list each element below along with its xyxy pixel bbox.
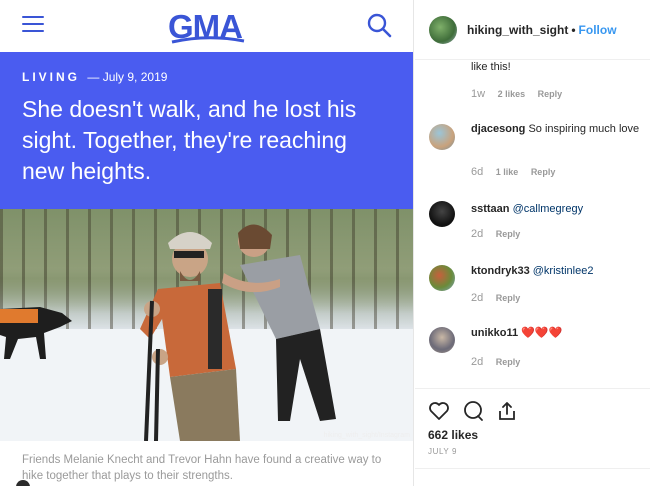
comment-meta: 2d Reply bbox=[471, 228, 521, 240]
share-icon[interactable] bbox=[495, 399, 519, 423]
avatar[interactable] bbox=[429, 327, 455, 353]
post-image: GMA LIVING — July 9, 2019 She doesn't wa… bbox=[0, 0, 414, 486]
photo-credit: hiking_with_sight/Instagram bbox=[323, 432, 410, 439]
ig-post-header: hiking_with_sight • Follow bbox=[415, 0, 650, 60]
reply-button[interactable]: Reply bbox=[531, 167, 556, 177]
comment-mention[interactable]: @callmegregy bbox=[513, 203, 583, 215]
comment-text: like this! bbox=[471, 61, 511, 73]
heart-icon[interactable] bbox=[427, 399, 451, 423]
article-headline: She doesn't walk, and he lost his sight.… bbox=[22, 96, 357, 184]
comment-text: ssttaan @callmegregy bbox=[471, 202, 641, 217]
article-category: LIVING bbox=[22, 70, 81, 84]
article-kicker: LIVING — July 9, 2019 bbox=[22, 70, 168, 84]
comment-username[interactable]: unikko11 bbox=[471, 327, 518, 339]
reply-button[interactable]: Reply bbox=[496, 229, 521, 239]
reply-button[interactable]: Reply bbox=[496, 293, 521, 303]
screen: GMA LIVING — July 9, 2019 She doesn't wa… bbox=[0, 0, 650, 486]
comment-icon[interactable] bbox=[461, 399, 485, 423]
ig-actions-bar: 662 likes JULY 9 bbox=[415, 388, 650, 486]
gma-logo-swoosh-icon bbox=[171, 36, 245, 44]
comment-meta: 2d Reply bbox=[471, 292, 521, 304]
post-date: JULY 9 bbox=[428, 447, 458, 456]
comment-mention[interactable]: @kristinlee2 bbox=[533, 265, 594, 277]
search-icon bbox=[367, 13, 392, 38]
comment-likes[interactable]: 1 like bbox=[496, 167, 519, 177]
photo-caption: Friends Melanie Knecht and Trevor Hahn h… bbox=[22, 454, 382, 482]
comment-meta: 1w 2 likes Reply bbox=[471, 88, 563, 100]
article-date: July 9, 2019 bbox=[102, 70, 168, 84]
instagram-panel: hiking_with_sight • Follow like this! 1w 2… bbox=[415, 0, 650, 486]
gma-header: GMA bbox=[0, 0, 413, 52]
comment-meta: 6d 1 like Reply bbox=[471, 166, 556, 178]
hikers-illustration bbox=[0, 224, 336, 441]
comment-likes[interactable]: 2 likes bbox=[498, 89, 526, 99]
headline-box: LIVING — July 9, 2019 She doesn't walk, … bbox=[0, 52, 413, 209]
separator-dot: • bbox=[571, 23, 576, 37]
avatar[interactable] bbox=[429, 124, 455, 150]
avatar[interactable] bbox=[429, 265, 455, 291]
follow-button[interactable]: Follow bbox=[579, 23, 617, 37]
comment-meta: 2d Reply bbox=[471, 356, 521, 368]
hamburger-menu-icon bbox=[22, 16, 44, 34]
likes-count[interactable]: 662 likes bbox=[428, 428, 478, 442]
reply-button[interactable]: Reply bbox=[496, 357, 521, 367]
comment-text: ktondryk33 @kristinlee2 bbox=[471, 264, 641, 279]
ig-username[interactable]: hiking_with_sight bbox=[467, 23, 568, 37]
ig-username-row: hiking_with_sight • Follow bbox=[467, 23, 617, 37]
avatar[interactable] bbox=[429, 16, 457, 44]
article-photo: hiking_with_sight/Instagram bbox=[0, 209, 413, 441]
avatar[interactable] bbox=[429, 201, 455, 227]
comment-username[interactable]: ssttaan bbox=[471, 203, 510, 215]
reply-button[interactable]: Reply bbox=[538, 89, 563, 99]
add-comment-bar[interactable] bbox=[415, 468, 650, 486]
comment-text: unikko11 ❤️❤️❤️ bbox=[471, 326, 641, 341]
heart-emoji-text: ❤️❤️❤️ bbox=[521, 327, 563, 339]
comments-list[interactable]: like this! 1w 2 likes Reply djacesong So… bbox=[415, 60, 650, 388]
comment-username[interactable]: djacesong bbox=[471, 123, 525, 135]
comment-text: djacesong So inspiring much love bbox=[471, 123, 640, 135]
comment-username[interactable]: ktondryk33 bbox=[471, 265, 530, 277]
